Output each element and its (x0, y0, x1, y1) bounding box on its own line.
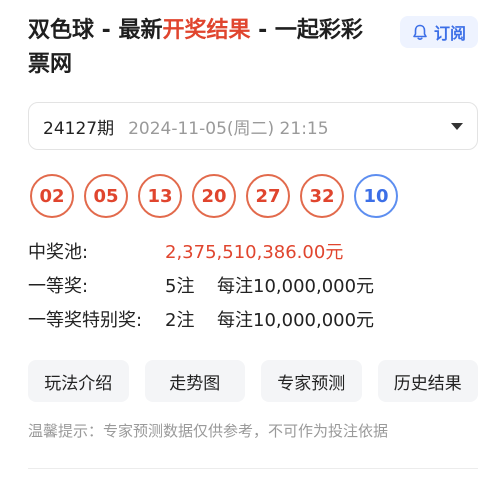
red-ball: 32 (300, 174, 344, 218)
bell-icon (412, 24, 428, 41)
prize-info: 中奖池: 2,375,510,386.00元 一等奖: 5注 每注10,000,… (28, 236, 478, 338)
page-title: 双色球 - 最新开奖结果 - 一起彩彩票网 (28, 14, 378, 82)
first-prize-label: 一等奖: (28, 276, 89, 297)
expert-prediction-button[interactable]: 专家预测 (261, 360, 362, 402)
issue-select[interactable]: 24127期 2024-11-05(周二) 21:15 (28, 102, 478, 150)
red-ball: 13 (138, 174, 182, 218)
winning-numbers: 02 05 13 20 27 32 10 (28, 174, 478, 218)
first-prize-row: 一等奖: 5注 每注10,000,000元 (28, 270, 478, 304)
lottery-result-card: 双色球 - 最新开奖结果 - 一起彩彩票网 订阅 24127期 2024-11-… (0, 0, 500, 485)
header: 双色球 - 最新开奖结果 - 一起彩彩票网 订阅 (28, 14, 478, 82)
trend-chart-button[interactable]: 走势图 (144, 360, 245, 402)
first-prize-count: 5注 (165, 276, 195, 297)
first-prize-amount: 每注10,000,000元 (217, 276, 375, 297)
action-buttons: 玩法介绍 走势图 专家预测 历史结果 (28, 360, 478, 402)
pool-label: 中奖池: (28, 242, 89, 263)
issue-date: 2024-11-05(周二) 21:15 (128, 118, 329, 139)
title-part1: 双色球 - 最新 (28, 18, 163, 43)
divider (28, 468, 478, 469)
history-results-button[interactable]: 历史结果 (377, 360, 478, 402)
caret-down-icon[interactable] (451, 122, 463, 130)
pool-value: 2,375,510,386.00元 (165, 242, 344, 263)
special-prize-row: 一等奖特别奖: 2注 每注10,000,000元 (28, 304, 478, 338)
subscribe-label: 订阅 (433, 24, 466, 43)
title-highlight: 开奖结果 (162, 18, 251, 43)
red-ball: 20 (192, 174, 236, 218)
special-prize-count: 2注 (165, 310, 195, 331)
red-ball: 02 (30, 174, 74, 218)
red-ball: 05 (84, 174, 128, 218)
blue-ball: 10 (354, 174, 398, 218)
pool-row: 中奖池: 2,375,510,386.00元 (28, 236, 478, 270)
special-prize-amount: 每注10,000,000元 (217, 310, 375, 331)
red-ball: 27 (246, 174, 290, 218)
subscribe-button[interactable]: 订阅 (399, 16, 478, 48)
special-prize-label: 一等奖特别奖: (28, 310, 143, 331)
issue-number: 24127期 (43, 118, 115, 139)
tip-text: 温馨提示：专家预测数据仅供参考，不可作为投注依据 (28, 422, 389, 440)
rules-button[interactable]: 玩法介绍 (28, 360, 129, 402)
